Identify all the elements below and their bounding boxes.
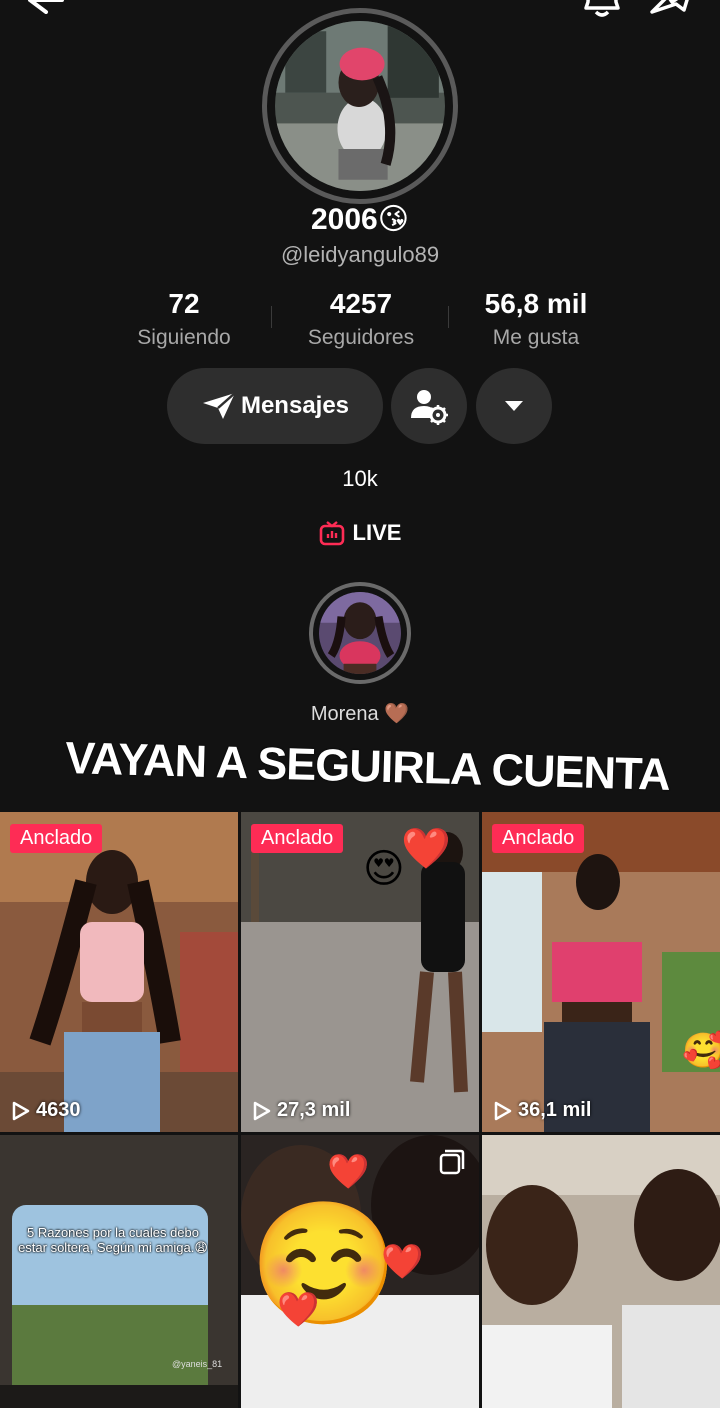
video-tile[interactable]: ☺️ ❤️ ❤️ ❤️ <box>241 1135 479 1408</box>
multi-photo-icon <box>439 1149 465 1175</box>
followers-label: Seguidores <box>307 326 415 349</box>
stat-followers[interactable]: 4257 Seguidores <box>271 288 451 350</box>
play-icon <box>12 1101 30 1120</box>
view-count: 4630 <box>12 1099 81 1122</box>
video-grid: Anclado 4630 😍 ❤️ Anclado 27,3 mil 🥰 Anc… <box>0 812 720 1408</box>
view-count-value: 4630 <box>36 1099 81 1121</box>
message-button[interactable]: Mensajes <box>167 368 383 444</box>
live-link[interactable]: LIVE <box>0 520 720 546</box>
profile-avatar[interactable] <box>262 8 458 204</box>
video-thumbnail <box>0 812 238 1132</box>
heart-emoji: ❤️ <box>277 1291 320 1329</box>
watermark: @yaneis_81 <box>172 1359 223 1369</box>
story-highlight[interactable] <box>309 582 411 684</box>
heart-eyes-emoji: 😍 <box>363 847 405 891</box>
following-count: 72 <box>168 288 200 319</box>
heart-emoji: ❤️ <box>381 1243 424 1281</box>
video-thumbnail: ☺️ ❤️ ❤️ ❤️ <box>241 1135 479 1408</box>
view-count: 36,1 mil <box>494 1099 591 1122</box>
heart-emoji: ❤️ <box>401 827 451 871</box>
avatar-photo <box>275 21 445 191</box>
back-icon[interactable] <box>24 0 64 14</box>
friend-settings-button[interactable] <box>391 368 467 444</box>
more-dropdown-button[interactable] <box>476 368 552 444</box>
profile-bio: 10k <box>342 466 378 491</box>
stat-following[interactable]: 72 Siguiendo <box>94 288 274 350</box>
view-count-value: 27,3 mil <box>277 1099 351 1121</box>
display-name: 2006😘 <box>310 203 409 236</box>
view-count-value: 36,1 mil <box>518 1099 592 1121</box>
followers-count: 4257 <box>329 288 393 319</box>
username-handle: @leidyangulo89 <box>280 242 440 267</box>
pinned-badge: Anclado <box>251 824 344 853</box>
video-tile[interactable]: 🥰 Anclado 36,1 mil <box>482 812 720 1132</box>
overlay-caption: VAYAN A SEGUIRLA CUENTA <box>64 732 671 800</box>
live-label: LIVE <box>352 520 402 545</box>
video-tile[interactable]: Anclado 4630 <box>0 812 238 1132</box>
video-thumbnail: 😍 ❤️ <box>241 812 479 1132</box>
heart-emoji: ❤️ <box>327 1153 370 1191</box>
video-thumbnail: 🥰 <box>482 812 720 1132</box>
play-icon <box>253 1101 271 1120</box>
story-thumbnail <box>319 592 401 674</box>
send-icon <box>202 392 236 419</box>
likes-count: 56,8 mil <box>484 288 588 319</box>
smiling-hearts-emoji: 🥰 <box>682 1030 720 1070</box>
video-thumbnail <box>482 1135 720 1408</box>
pinned-badge: Anclado <box>10 824 103 853</box>
stat-likes[interactable]: 56,8 mil Me gusta <box>446 288 626 350</box>
view-count: 27,3 mil <box>253 1099 350 1122</box>
likes-label: Me gusta <box>492 326 580 349</box>
pinned-badge: Anclado <box>492 824 585 853</box>
video-caption: 5 Razones por la cuales debo estar solte… <box>18 1225 208 1255</box>
video-tile[interactable] <box>482 1135 720 1408</box>
message-button-label: Mensajes <box>240 392 350 419</box>
following-label: Siguiendo <box>137 326 231 349</box>
story-label: Morena 🤎 <box>310 703 410 725</box>
caret-down-icon <box>505 401 523 411</box>
play-icon <box>494 1101 512 1120</box>
share-icon[interactable] <box>646 0 696 18</box>
smiling-face-emoji: ☺️ <box>249 1197 398 1331</box>
video-tile[interactable]: 😍 ❤️ Anclado 27,3 mil <box>241 812 479 1132</box>
bell-icon[interactable] <box>580 0 624 18</box>
video-tile[interactable]: 5 Razones por la cuales debo estar solte… <box>0 1135 238 1408</box>
add-friend-settings-icon <box>411 390 448 425</box>
live-tv-icon <box>319 521 344 546</box>
